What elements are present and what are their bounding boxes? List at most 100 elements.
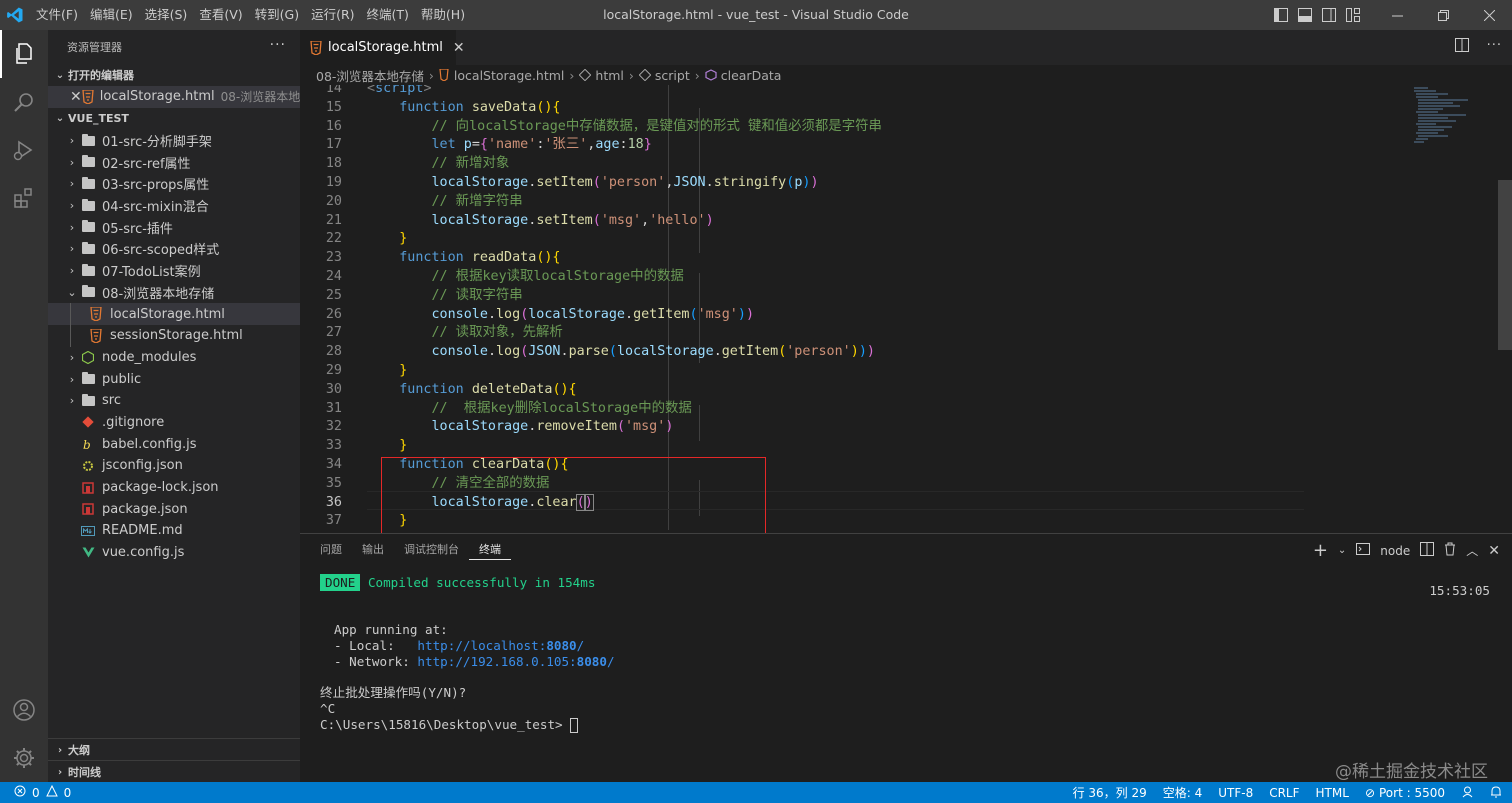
menu-help[interactable]: 帮助(H) — [415, 0, 471, 30]
menu-selection[interactable]: 选择(S) — [139, 0, 194, 30]
breadcrumb-folder[interactable]: 08-浏览器本地存储 — [316, 66, 424, 85]
cursor-position[interactable]: 行 36，列 29 — [1073, 784, 1147, 801]
file-item[interactable]: vue.config.js — [48, 542, 300, 564]
code-line[interactable]: 22 } — [300, 229, 1408, 248]
menu-run[interactable]: 运行(R) — [305, 0, 360, 30]
open-editors-section[interactable]: ⌄ 打开的编辑器 — [48, 64, 300, 86]
outline-section[interactable]: › 大纲 — [48, 738, 300, 761]
network-port[interactable]: 8080 — [577, 654, 607, 669]
menu-file[interactable]: 文件(F) — [30, 0, 84, 30]
code-line[interactable]: 15 function saveData(){ — [300, 98, 1408, 117]
code-line[interactable]: 30 function deleteData(){ — [300, 380, 1408, 399]
folder-item[interactable]: › 06-src-scoped样式 — [48, 238, 300, 260]
local-url-tail[interactable]: / — [577, 638, 585, 653]
tab-terminal[interactable]: 终端 — [469, 540, 511, 560]
live-server-status[interactable]: ⊘ Port : 5500 — [1365, 786, 1445, 800]
folder-item[interactable]: ⌄ 08-浏览器本地存储 — [48, 282, 300, 304]
close-panel-icon[interactable]: ✕ — [1488, 543, 1500, 559]
problems-status[interactable]: 0 0 — [0, 784, 71, 800]
scroll-thumb[interactable] — [1498, 180, 1512, 350]
file-item[interactable]: b babel.config.js — [48, 433, 300, 455]
code-line[interactable]: 19 localStorage.setItem('person',JSON.st… — [300, 173, 1408, 192]
folder-item[interactable]: › 01-src-分析脚手架 — [48, 130, 300, 152]
folder-item[interactable]: › 02-src-ref属性 — [48, 151, 300, 173]
close-icon[interactable]: ✕ — [70, 89, 82, 105]
folder-item[interactable]: › public — [48, 368, 300, 390]
code-line[interactable]: 18 // 新增对象 — [300, 154, 1408, 173]
close-tab-icon[interactable]: ✕ — [453, 40, 465, 56]
end-of-line[interactable]: CRLF — [1269, 786, 1299, 800]
file-item[interactable]: localStorage.html — [48, 303, 300, 325]
menu-terminal[interactable]: 终端(T) — [361, 0, 415, 30]
editor-scrollbar[interactable] — [1498, 85, 1512, 530]
encoding[interactable]: UTF-8 — [1218, 786, 1253, 800]
folder-item[interactable]: › 05-src-插件 — [48, 216, 300, 238]
network-url-tail[interactable]: / — [607, 654, 615, 669]
settings-gear-icon[interactable] — [0, 734, 48, 782]
code-line[interactable]: 28 console.log(JSON.parse(localStorage.g… — [300, 342, 1408, 361]
minimize-icon[interactable] — [1374, 0, 1420, 30]
folder-item[interactable]: › node_modules — [48, 347, 300, 369]
folder-item[interactable]: › 07-TodoList案例 — [48, 260, 300, 282]
breadcrumb-file[interactable]: localStorage.html — [454, 68, 564, 83]
local-url[interactable]: http://localhost: — [417, 638, 546, 653]
timeline-section[interactable]: › 时间线 — [48, 760, 300, 783]
tab-debug-console[interactable]: 调试控制台 — [394, 540, 469, 560]
explorer-icon[interactable] — [0, 30, 48, 78]
new-terminal-icon[interactable]: + — [1313, 540, 1328, 561]
more-actions-icon[interactable]: ··· — [270, 37, 286, 53]
breadcrumb-function[interactable]: clearData — [721, 68, 782, 83]
code-line[interactable]: 20 // 新增字符串 — [300, 192, 1408, 211]
code-line[interactable]: 21 localStorage.setItem('msg','hello') — [300, 211, 1408, 230]
file-item[interactable]: README.md — [48, 520, 300, 542]
folder-item[interactable]: › 04-src-mixin混合 — [48, 195, 300, 217]
feedback-icon[interactable] — [1461, 785, 1474, 801]
code-line[interactable]: 29 } — [300, 361, 1408, 380]
network-url[interactable]: http://192.168.0.105: — [417, 654, 576, 669]
toggle-secondary-sidebar-icon[interactable] — [1320, 6, 1338, 24]
terminal-prompt-line[interactable]: C:\Users\15816\Desktop\vue_test> — [320, 717, 579, 733]
minimap[interactable] — [1408, 85, 1504, 530]
terminal-shell-name[interactable]: node — [1380, 544, 1410, 558]
folder-item[interactable]: › src — [48, 390, 300, 412]
code-line[interactable]: 26 console.log(localStorage.getItem('msg… — [300, 305, 1408, 324]
customize-layout-icon[interactable] — [1344, 6, 1362, 24]
extensions-icon[interactable] — [0, 174, 48, 222]
local-port[interactable]: 8080 — [546, 638, 576, 653]
split-editor-icon[interactable] — [1454, 38, 1469, 56]
trash-icon[interactable] — [1444, 542, 1456, 559]
restore-icon[interactable] — [1420, 0, 1466, 30]
breadcrumb-html[interactable]: html — [595, 68, 623, 83]
code-line[interactable]: 14 <script> — [300, 85, 1408, 98]
code-line[interactable]: 32 localStorage.removeItem('msg') — [300, 417, 1408, 436]
file-item[interactable]: sessionStorage.html — [48, 324, 300, 347]
menu-view[interactable]: 查看(V) — [193, 0, 248, 30]
tab-problems[interactable]: 问题 — [310, 540, 352, 560]
close-window-icon[interactable] — [1466, 0, 1512, 30]
project-section[interactable]: ⌄ VUE_TEST — [48, 108, 300, 130]
open-editor-item[interactable]: ✕ localStorage.html 08-浏览器本地... — [48, 86, 300, 108]
folder-item[interactable]: › 03-src-props属性 — [48, 173, 300, 195]
file-item[interactable]: .gitignore — [48, 412, 300, 434]
code-line[interactable]: 31 // 根据key删除localStorage中的数据 — [300, 399, 1408, 418]
maximize-panel-icon[interactable]: ︿ — [1466, 542, 1478, 559]
toggle-sidebar-icon[interactable] — [1272, 6, 1290, 24]
code-line[interactable]: 27 // 读取对象，先解析 — [300, 323, 1408, 342]
indentation[interactable]: 空格: 4 — [1163, 784, 1203, 801]
chevron-down-icon[interactable]: ⌄ — [1338, 545, 1346, 556]
tab-localstorage[interactable]: localStorage.html ✕ — [300, 30, 465, 65]
breadcrumb-script[interactable]: script — [655, 68, 690, 83]
code-line[interactable]: 17 let p={'name':'张三',age:18} — [300, 135, 1408, 154]
search-icon[interactable] — [0, 78, 48, 126]
more-actions-icon[interactable]: ··· — [1487, 38, 1502, 56]
language-mode[interactable]: HTML — [1316, 786, 1349, 800]
bell-icon[interactable] — [1490, 785, 1502, 801]
code-line[interactable]: 33 } — [300, 436, 1408, 455]
accounts-icon[interactable] — [0, 686, 48, 734]
run-debug-icon[interactable] — [0, 126, 48, 174]
toggle-panel-icon[interactable] — [1296, 6, 1314, 24]
code-line[interactable]: 25 // 读取字符串 — [300, 286, 1408, 305]
menu-go[interactable]: 转到(G) — [249, 0, 305, 30]
file-item[interactable]: jsconfig.json — [48, 455, 300, 477]
code-line[interactable]: 23 function readData(){ — [300, 248, 1408, 267]
